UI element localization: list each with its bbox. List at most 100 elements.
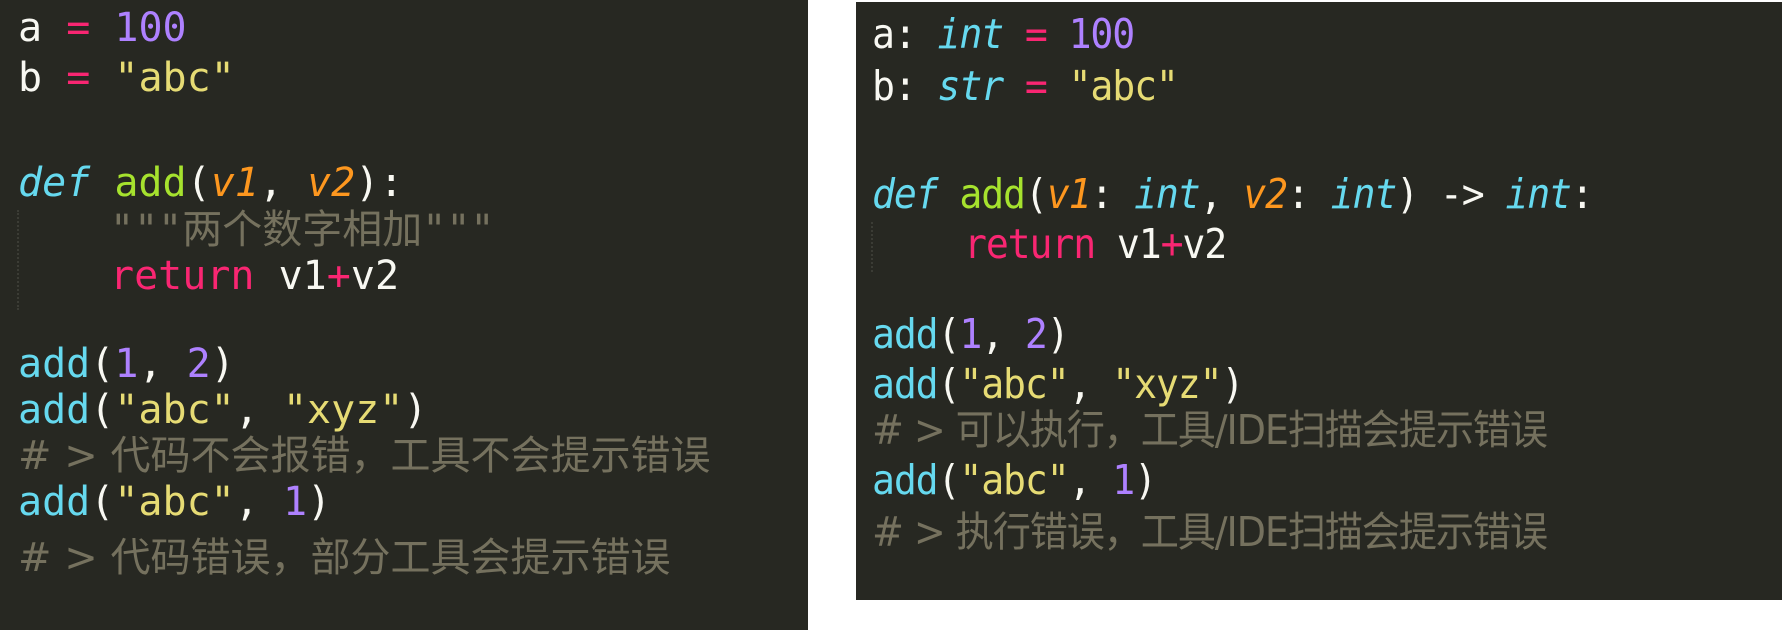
function-name: add — [959, 170, 1026, 218]
number-literal: 100 — [1068, 10, 1136, 58]
param-v1: v1 — [1046, 170, 1092, 218]
comma: , — [234, 387, 283, 433]
comma: , — [1199, 170, 1244, 218]
code-line-a-assign-typed: a: int = 100 — [872, 8, 1136, 60]
arg-1: "abc" — [959, 456, 1069, 504]
return-keyword: return — [964, 220, 1096, 268]
code-line-comment-2: # > 执行错误，工具/IDE扫描会提示错误 — [872, 506, 1548, 558]
comma: , — [234, 479, 283, 525]
type-hint: str — [937, 62, 1005, 110]
comma: , — [1068, 456, 1113, 504]
indent-guide — [871, 222, 873, 272]
string-literal: "abc" — [1068, 62, 1179, 110]
operand-v1: v1 — [278, 253, 327, 299]
arg-2: "xyz" — [282, 387, 404, 433]
code-line-def-typed: def add(v1: int, v2: int) -> int: — [872, 168, 1594, 220]
paren-close: ): — [355, 160, 404, 206]
paren-close: ) — [403, 387, 428, 433]
def-keyword: def — [872, 170, 939, 218]
arg-1: 1 — [959, 310, 982, 358]
paren-open: ( — [937, 310, 961, 358]
paren-open: ( — [90, 341, 115, 387]
paren-close: ) — [1221, 360, 1244, 408]
code-line-a-assign: a = 100 — [18, 2, 187, 54]
paren-open: ( — [1024, 170, 1048, 218]
paren-close: ) — [1046, 310, 1070, 358]
call-name: add — [872, 310, 939, 358]
comment: # > 可以执行，工具/IDE扫描会提示错误 — [872, 406, 1548, 454]
paren-close: ) — [307, 479, 332, 525]
typed-code-panel: a: int = 100 b: str = "abc" def add(v1: … — [856, 2, 1782, 600]
colon: : — [1286, 170, 1331, 218]
return-arrow: ) -> — [1396, 170, 1506, 218]
paren-close: ) — [1134, 456, 1157, 504]
arg-1: "abc" — [959, 360, 1069, 408]
paren-open: ( — [90, 387, 115, 433]
string-literal: "abc" — [114, 55, 235, 101]
code-line-call-int: add(1, 2) — [18, 338, 235, 390]
code-line-b-assign-typed: b: str = "abc" — [872, 60, 1179, 112]
comma: , — [258, 160, 308, 206]
call-name: add — [18, 387, 91, 433]
var-name: a — [872, 10, 895, 58]
colon: : — [893, 10, 938, 58]
code-line-comment-2: # > 代码错误，部分工具会提示错误 — [18, 532, 670, 584]
arg-1: "abc" — [114, 387, 235, 433]
code-line-b-assign: b = "abc" — [18, 52, 235, 104]
code-line-return-typed: return v1+v2 — [964, 218, 1227, 270]
comma: , — [138, 341, 187, 387]
comma: , — [981, 310, 1025, 358]
type-hint: int — [1134, 170, 1201, 218]
docstring: """两个数字相加""" — [110, 207, 495, 253]
call-name: add — [872, 360, 939, 408]
function-name: add — [114, 160, 187, 206]
operand-v1: v1 — [1116, 220, 1162, 268]
code-line-call-mixed: add("abc", 1) — [18, 476, 331, 528]
untyped-code-panel: a = 100 b = "abc" def add(v1, v2): """两个… — [0, 0, 808, 630]
comment: # > 代码不会报错，工具不会提示错误 — [18, 433, 711, 479]
paren-open: ( — [186, 160, 211, 206]
arg-2: 1 — [282, 479, 308, 525]
param-v2: v2 — [1243, 170, 1288, 218]
code-line-return: return v1+v2 — [110, 250, 399, 302]
code-line-call-mixed: add("abc", 1) — [872, 454, 1157, 506]
assign-operator: = — [1024, 10, 1048, 58]
var-name: b — [872, 62, 895, 110]
code-line-call-int: add(1, 2) — [872, 308, 1070, 360]
call-name: add — [18, 341, 91, 387]
var-name: b — [18, 55, 43, 101]
arg-1: "abc" — [114, 479, 235, 525]
colon: : — [1090, 170, 1135, 218]
paren-open: ( — [90, 479, 115, 525]
arg-2: "xyz" — [1112, 360, 1222, 408]
assign-operator: = — [1024, 62, 1048, 110]
type-hint: int — [1330, 170, 1398, 218]
operand-v2: v2 — [350, 253, 400, 299]
call-name: add — [872, 456, 939, 504]
operand-v2: v2 — [1182, 220, 1227, 268]
colon: : — [1570, 170, 1594, 218]
code-line-docstring: """两个数字相加""" — [110, 204, 495, 256]
number-literal: 100 — [114, 5, 187, 51]
param-v2: v2 — [307, 160, 356, 206]
var-name: a — [18, 5, 43, 51]
code-line-comment-1: # > 可以执行，工具/IDE扫描会提示错误 — [872, 404, 1548, 456]
paren-close: ) — [210, 341, 235, 387]
code-line-def: def add(v1, v2): — [18, 157, 403, 209]
code-line-comment-1: # > 代码不会报错，工具不会提示错误 — [18, 430, 710, 482]
code-line-call-str: add("abc", "xyz") — [18, 384, 427, 436]
colon: : — [893, 62, 938, 110]
arg-2: 2 — [1024, 310, 1048, 358]
indent-guide — [17, 210, 19, 310]
paren-open: ( — [937, 456, 961, 504]
arg-2: 2 — [186, 341, 211, 387]
code-line-call-str: add("abc", "xyz") — [872, 358, 1244, 410]
comment: # > 执行错误，工具/IDE扫描会提示错误 — [872, 508, 1548, 556]
comma: , — [1068, 360, 1113, 408]
call-name: add — [18, 479, 91, 525]
arg-2: 1 — [1112, 456, 1135, 504]
type-hint: int — [937, 10, 1005, 58]
assign-operator: = — [66, 5, 91, 51]
return-type: int — [1505, 170, 1572, 218]
param-v1: v1 — [210, 160, 259, 206]
